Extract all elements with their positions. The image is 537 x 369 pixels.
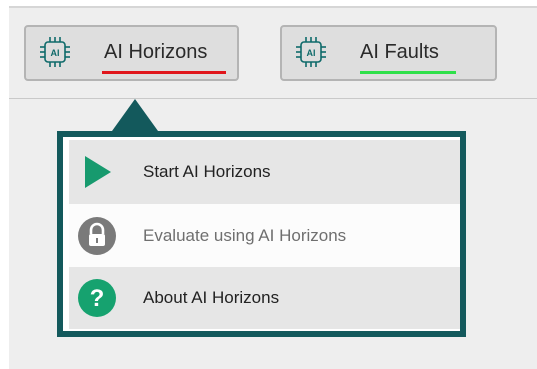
menu-item-about[interactable]: ? About AI Horizons [69, 267, 460, 329]
ai-faults-button[interactable]: AI AI Faults [280, 25, 497, 81]
ai-chip-icon: AI [296, 37, 326, 67]
ai-horizons-underline [102, 71, 226, 74]
toolbar-divider [9, 98, 537, 99]
dropdown-menu: Start AI Horizons Evaluate using AI Hori… [57, 131, 466, 337]
chip-text: AI [51, 48, 60, 58]
menu-item-label: Start AI Horizons [143, 162, 271, 181]
ai-chip-icon: AI [40, 37, 70, 67]
ai-faults-underline [360, 71, 456, 74]
menu-item-evaluate[interactable]: Evaluate using AI Horizons [69, 204, 460, 268]
ai-horizons-button[interactable]: AI AI Horizons [24, 25, 239, 81]
ai-horizons-label: AI Horizons [104, 41, 208, 63]
svg-text:?: ? [90, 285, 105, 312]
ai-faults-label: AI Faults [360, 41, 439, 63]
help-icon: ? [78, 279, 116, 317]
play-icon [85, 156, 111, 188]
chip-text: AI [307, 48, 316, 58]
menu-item-label: About AI Horizons [143, 288, 280, 307]
lock-icon [78, 217, 116, 255]
top-border [9, 6, 537, 8]
menu-pointer [112, 99, 158, 131]
menu-item-start[interactable]: Start AI Horizons [69, 140, 460, 205]
menu-item-label: Evaluate using AI Horizons [143, 226, 347, 245]
